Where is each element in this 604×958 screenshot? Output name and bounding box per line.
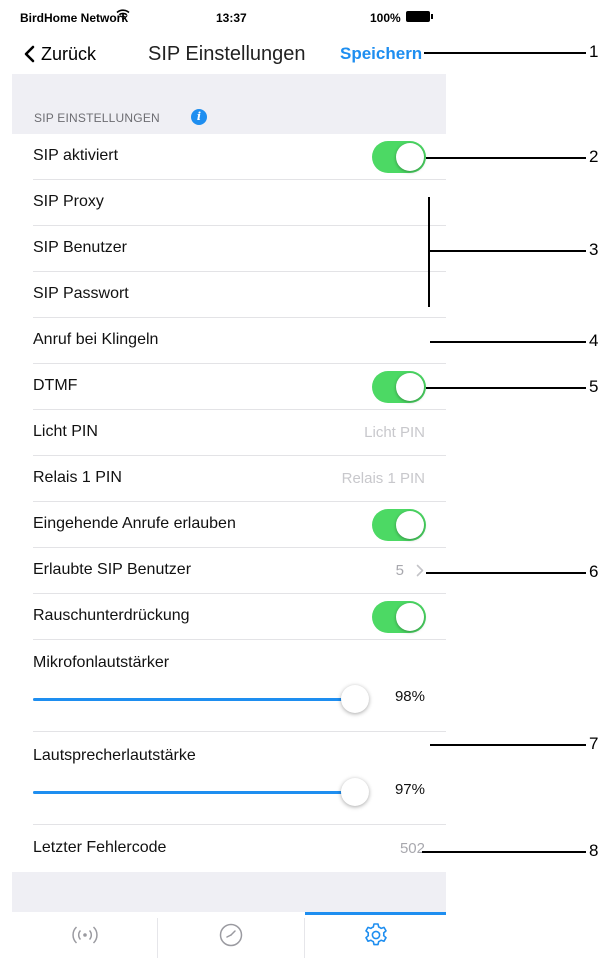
callout-line <box>422 851 586 853</box>
toggle-knob <box>396 373 424 401</box>
dtmf-label: DTMF <box>33 377 78 394</box>
sip-user-label: SIP Benutzer <box>33 239 127 256</box>
slider-fill <box>33 791 355 794</box>
slider-fill <box>33 698 355 701</box>
broadcast-icon <box>71 926 98 944</box>
callout-number: 8 <box>589 841 599 860</box>
battery-icon <box>406 11 430 22</box>
save-button[interactable]: Speichern <box>340 44 422 64</box>
sip-enabled-toggle[interactable] <box>372 141 426 173</box>
tab-connection[interactable] <box>12 912 157 958</box>
last-error-value: 502 <box>399 840 425 857</box>
tab-settings[interactable] <box>305 912 446 958</box>
toggle-knob <box>396 143 424 171</box>
allowed-users-label: Erlaubte SIP Benutzer <box>33 561 192 578</box>
toggle-knob <box>396 511 424 539</box>
callout-number: 7 <box>589 734 599 753</box>
page-title: SIP Einstellungen <box>148 43 306 65</box>
sip-password-label: SIP Passwort <box>33 285 129 302</box>
clock-time: 13:37 <box>216 11 247 25</box>
mic-volume-slider[interactable] <box>33 685 369 713</box>
noise-suppression-label: Rauschunterdrückung <box>33 607 190 624</box>
row-noise-suppression: Rauschunterdrückung <box>12 594 446 640</box>
navigation-bar: Zurück SIP Einstellungen Speichern <box>12 38 446 74</box>
relay-pin-label: Relais 1 PIN <box>33 469 122 486</box>
section-header-background <box>12 74 446 134</box>
phone-screen: BirdHome Network 13:37 100% Zurück SIP E… <box>12 0 446 958</box>
status-bar: BirdHome Network 13:37 100% <box>12 0 446 38</box>
callout-number: 3 <box>589 240 599 259</box>
callout-line <box>426 387 586 389</box>
row-separator <box>33 731 446 732</box>
ring-call-label: Anruf bei Klingeln <box>33 331 159 348</box>
tab-history[interactable] <box>158 912 303 958</box>
mic-volume-value: 98% <box>394 688 425 705</box>
row-sip-proxy[interactable]: SIP Proxy <box>12 180 446 226</box>
callout-number: 2 <box>589 147 599 166</box>
mic-volume-label: Mikrofonlautstärker <box>33 654 170 671</box>
callout-number: 5 <box>589 377 599 396</box>
row-light-pin: Licht PIN Licht PIN <box>12 410 446 456</box>
toggle-knob <box>396 603 424 631</box>
row-ring-call[interactable]: Anruf bei Klingeln <box>12 318 446 364</box>
gear-icon <box>364 923 387 946</box>
callout-number: 6 <box>589 562 599 581</box>
chevron-left-icon <box>24 45 35 63</box>
light-pin-label: Licht PIN <box>33 423 98 440</box>
incoming-calls-toggle[interactable] <box>372 509 426 541</box>
noise-suppression-toggle[interactable] <box>372 601 426 633</box>
callout-line <box>426 157 586 159</box>
speaker-volume-label: Lautsprecherlautstärke <box>33 747 196 764</box>
footer-background <box>12 872 446 912</box>
speaker-volume-slider[interactable] <box>33 778 369 806</box>
last-error-label: Letzter Fehlercode <box>33 839 167 856</box>
chevron-right-icon <box>416 564 424 577</box>
row-mic-volume: Mikrofonlautstärker 98% <box>12 640 446 732</box>
battery-tip <box>431 14 433 19</box>
callout-bracket <box>428 197 430 307</box>
row-incoming-calls: Eingehende Anrufe erlauben <box>12 502 446 548</box>
sip-enabled-label: SIP aktiviert <box>33 147 119 164</box>
row-dtmf: DTMF <box>12 364 446 410</box>
row-sip-enabled: SIP aktiviert <box>12 134 446 180</box>
light-pin-input[interactable]: Licht PIN <box>364 424 425 441</box>
sip-proxy-label: SIP Proxy <box>33 193 104 210</box>
slider-thumb[interactable] <box>341 778 369 806</box>
dtmf-toggle[interactable] <box>372 371 426 403</box>
row-relay-pin: Relais 1 PIN Relais 1 PIN <box>12 456 446 502</box>
callout-number: 1 <box>589 42 599 61</box>
info-icon[interactable]: i <box>191 109 207 125</box>
callout-line <box>430 341 586 343</box>
row-speaker-volume: Lautsprecherlautstärke 97% <box>12 733 446 825</box>
callout-line <box>424 52 586 54</box>
wifi-icon <box>116 8 130 23</box>
row-allowed-users[interactable]: Erlaubte SIP Benutzer 5 <box>12 548 446 594</box>
section-header: SIP EINSTELLUNGEN <box>34 111 160 125</box>
allowed-users-count: 5 <box>395 562 404 579</box>
battery-percent: 100% <box>370 11 401 25</box>
relay-pin-input[interactable]: Relais 1 PIN <box>342 470 425 487</box>
slider-thumb[interactable] <box>341 685 369 713</box>
row-separator <box>33 824 446 825</box>
tab-bar <box>12 912 446 958</box>
callout-line <box>430 744 586 746</box>
back-label: Zurück <box>41 43 97 64</box>
speaker-volume-value: 97% <box>394 781 425 798</box>
row-sip-user[interactable]: SIP Benutzer <box>12 226 446 272</box>
row-last-error: Letzter Fehlercode 502 <box>12 826 446 872</box>
callout-number: 4 <box>589 331 599 350</box>
callout-line <box>428 250 586 252</box>
clock-icon <box>219 923 242 947</box>
incoming-calls-label: Eingehende Anrufe erlauben <box>33 515 236 532</box>
row-sip-password[interactable]: SIP Passwort <box>12 272 446 318</box>
callout-line <box>426 572 586 574</box>
carrier-name: BirdHome Network <box>20 11 129 25</box>
back-button[interactable]: Zurück <box>24 40 96 68</box>
